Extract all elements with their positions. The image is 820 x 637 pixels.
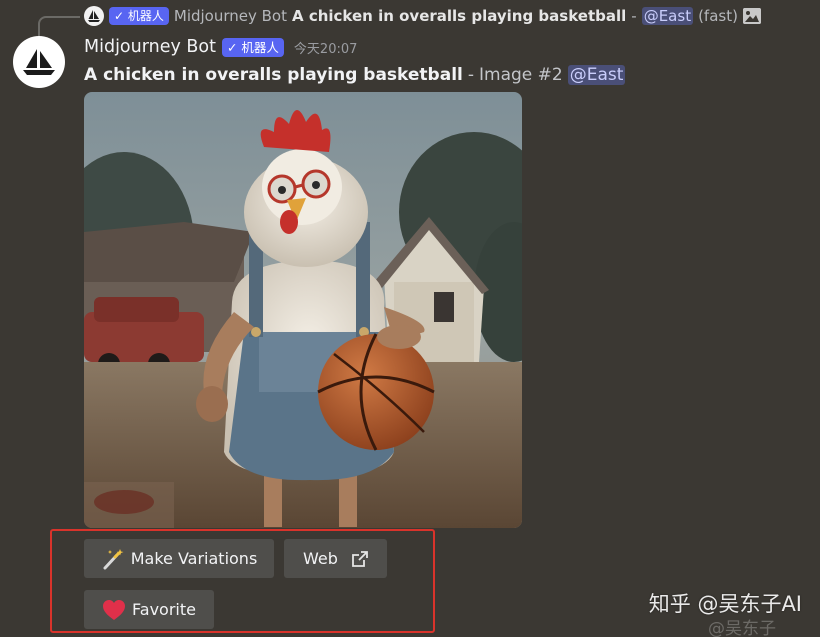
image-label: Image #2 [479, 65, 563, 85]
generated-image[interactable] [84, 92, 522, 528]
bot-tag: ✓ 机器人 [221, 37, 284, 57]
favorite-label: Favorite [132, 600, 196, 619]
mention[interactable]: @East [567, 65, 626, 85]
discord-message-view: ✓ 机器人 Midjourney Bot A chicken in overal… [0, 0, 820, 637]
web-button[interactable]: Web [284, 539, 387, 578]
reply-bot-tag: ✓ 机器人 [109, 7, 169, 25]
content-separator: - [467, 65, 474, 85]
watermark-secondary: @吴东子 [708, 619, 776, 637]
image-icon [742, 8, 761, 24]
prompt-text: A chicken in overalls playing basketball [84, 65, 463, 85]
sailboat-icon [23, 49, 55, 75]
message-content: A chicken in overalls playing basketball… [84, 62, 626, 88]
author-name[interactable]: Midjourney Bot [84, 37, 216, 57]
heart-icon [103, 599, 126, 620]
reply-avatar [84, 6, 104, 26]
reply-author[interactable]: Midjourney Bot [174, 7, 287, 25]
reply-mention[interactable]: @East [641, 7, 694, 25]
reply-prompt: A chicken in overalls playing basketball [292, 7, 627, 25]
reply-separator: - [631, 7, 637, 25]
reply-reference[interactable]: ✓ 机器人 Midjourney Bot A chicken in overal… [84, 5, 761, 27]
make-variations-button[interactable]: Make Variations [84, 539, 274, 578]
message-header: Midjourney Bot ✓ 机器人 今天20:07 [84, 35, 357, 59]
make-variations-label: Make Variations [130, 549, 258, 568]
timestamp: 今天20:07 [293, 41, 358, 57]
favorite-button[interactable]: Favorite [84, 590, 214, 629]
avatar[interactable] [13, 36, 65, 88]
reply-speed: (fast) [698, 7, 738, 25]
external-link-icon [352, 550, 368, 567]
magic-wand-icon [103, 548, 124, 569]
sailboat-icon [88, 10, 100, 22]
reply-spine [38, 16, 80, 36]
web-label: Web [303, 549, 338, 568]
